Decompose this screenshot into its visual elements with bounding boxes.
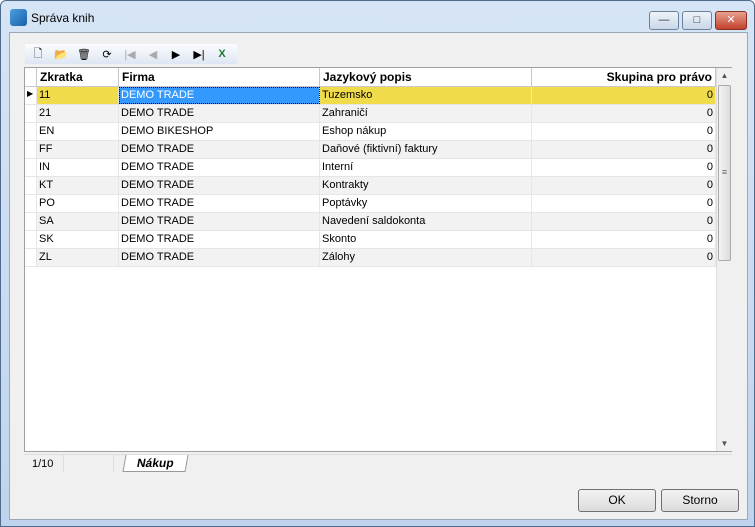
cell-zkratka[interactable]: SK: [37, 231, 119, 248]
open-icon[interactable]: 📂: [51, 45, 71, 63]
cell-zkratka[interactable]: IN: [37, 159, 119, 176]
cell-popis[interactable]: Poptávky: [320, 195, 532, 212]
cell-skupina[interactable]: 0: [532, 231, 716, 248]
window: Správa knih — □ ✕ 🗋 📂 🗑 ⟳ |◀ ◀ ▶ ▶| X Zkratka Fi…: [0, 0, 755, 527]
cell-popis[interactable]: Kontrakty: [320, 177, 532, 194]
scroll-up-icon[interactable]: ▲: [717, 68, 732, 83]
row-indicator: [25, 213, 37, 230]
cell-skupina[interactable]: 0: [532, 177, 716, 194]
indicator-header: [25, 68, 37, 86]
table-row[interactable]: PO DEMO TRADE Poptávky 0: [25, 195, 716, 213]
cell-firma[interactable]: DEMO TRADE: [119, 105, 320, 122]
row-indicator: [25, 141, 37, 158]
books-grid: Zkratka Firma Jazykový popis Skupina pro…: [24, 67, 732, 452]
cancel-button[interactable]: Storno: [661, 489, 739, 512]
refresh-icon[interactable]: ⟳: [97, 45, 117, 63]
dialog-client: 🗋 📂 🗑 ⟳ |◀ ◀ ▶ ▶| X Zkratka Firma Jazykový popis…: [9, 32, 748, 520]
grid-header: Zkratka Firma Jazykový popis Skupina pro…: [25, 68, 716, 87]
table-row[interactable]: KT DEMO TRADE Kontrakty 0: [25, 177, 716, 195]
table-row[interactable]: EN DEMO BIKESHOP Eshop nákup 0: [25, 123, 716, 141]
cell-popis[interactable]: Navedení saldokonta: [320, 213, 532, 230]
column-header-skupina[interactable]: Skupina pro právo: [532, 68, 716, 86]
status-spacer: [64, 455, 114, 472]
window-title: Správa knih: [31, 11, 95, 25]
vertical-scrollbar[interactable]: ▲ ≡ ▼: [716, 68, 732, 451]
cell-firma[interactable]: DEMO BIKESHOP: [119, 123, 320, 140]
scrollbar-thumb[interactable]: ≡: [718, 85, 731, 261]
row-indicator: [25, 195, 37, 212]
cell-popis[interactable]: Zálohy: [320, 249, 532, 266]
record-position: 1/10: [24, 455, 64, 472]
cell-firma[interactable]: DEMO TRADE: [119, 87, 320, 104]
cell-firma[interactable]: DEMO TRADE: [119, 213, 320, 230]
table-row[interactable]: 21 DEMO TRADE Zahraničí 0: [25, 105, 716, 123]
close-button[interactable]: ✕: [715, 11, 747, 30]
cell-firma[interactable]: DEMO TRADE: [119, 231, 320, 248]
next-record-icon[interactable]: ▶: [166, 45, 186, 63]
row-indicator: [25, 249, 37, 266]
column-header-firma[interactable]: Firma: [119, 68, 320, 86]
row-indicator: [25, 105, 37, 122]
cell-popis[interactable]: Zahraničí: [320, 105, 532, 122]
cell-firma[interactable]: DEMO TRADE: [119, 177, 320, 194]
app-icon: [10, 9, 27, 26]
current-row-indicator-icon: ▶: [25, 87, 37, 104]
table-row[interactable]: FF DEMO TRADE Daňové (fiktivní) faktury 0: [25, 141, 716, 159]
excel-export-icon[interactable]: X: [212, 45, 232, 63]
first-record-icon[interactable]: |◀: [120, 45, 140, 63]
scroll-down-icon[interactable]: ▼: [717, 436, 732, 451]
row-indicator: [25, 177, 37, 194]
toolbar: 🗋 📂 🗑 ⟳ |◀ ◀ ▶ ▶| X: [25, 44, 237, 64]
cell-skupina[interactable]: 0: [532, 159, 716, 176]
row-indicator: [25, 231, 37, 248]
cell-zkratka[interactable]: KT: [37, 177, 119, 194]
row-indicator: [25, 123, 37, 140]
column-header-jazykovy-popis[interactable]: Jazykový popis: [320, 68, 532, 86]
tab-nakup[interactable]: Nákup: [122, 455, 189, 472]
cell-zkratka[interactable]: 11: [37, 87, 119, 104]
new-icon[interactable]: 🗋: [28, 45, 48, 63]
cell-skupina[interactable]: 0: [532, 87, 716, 104]
cell-firma[interactable]: DEMO TRADE: [119, 249, 320, 266]
cell-zkratka[interactable]: SA: [37, 213, 119, 230]
cell-firma[interactable]: DEMO TRADE: [119, 141, 320, 158]
cell-skupina[interactable]: 0: [532, 213, 716, 230]
table-row[interactable]: SK DEMO TRADE Skonto 0: [25, 231, 716, 249]
cell-zkratka[interactable]: PO: [37, 195, 119, 212]
cell-skupina[interactable]: 0: [532, 123, 716, 140]
cell-zkratka[interactable]: FF: [37, 141, 119, 158]
cell-popis[interactable]: Tuzemsko: [320, 87, 532, 104]
cell-skupina[interactable]: 0: [532, 141, 716, 158]
cell-popis[interactable]: Eshop nákup: [320, 123, 532, 140]
delete-icon[interactable]: 🗑: [74, 45, 94, 63]
cell-zkratka[interactable]: 21: [37, 105, 119, 122]
table-row[interactable]: ZL DEMO TRADE Zálohy 0: [25, 249, 716, 267]
previous-record-icon[interactable]: ◀: [143, 45, 163, 63]
last-record-icon[interactable]: ▶|: [189, 45, 209, 63]
table-row[interactable]: ▶ 11 DEMO TRADE Tuzemsko 0: [25, 87, 716, 105]
cell-popis[interactable]: Skonto: [320, 231, 532, 248]
cell-skupina[interactable]: 0: [532, 195, 716, 212]
cell-firma[interactable]: DEMO TRADE: [119, 195, 320, 212]
column-header-zkratka[interactable]: Zkratka: [37, 68, 119, 86]
cell-popis[interactable]: Daňové (fiktivní) faktury: [320, 141, 532, 158]
table-row[interactable]: IN DEMO TRADE Interní 0: [25, 159, 716, 177]
cell-zkratka[interactable]: ZL: [37, 249, 119, 266]
minimize-button[interactable]: —: [649, 11, 679, 30]
table-row[interactable]: SA DEMO TRADE Navedení saldokonta 0: [25, 213, 716, 231]
maximize-button[interactable]: □: [682, 11, 712, 30]
cell-firma[interactable]: DEMO TRADE: [119, 159, 320, 176]
ok-button[interactable]: OK: [578, 489, 656, 512]
cell-skupina[interactable]: 0: [532, 105, 716, 122]
cell-popis[interactable]: Interní: [320, 159, 532, 176]
cell-zkratka[interactable]: EN: [37, 123, 119, 140]
cell-skupina[interactable]: 0: [532, 249, 716, 266]
status-bar: 1/10 Nákup: [24, 454, 732, 472]
row-indicator: [25, 159, 37, 176]
